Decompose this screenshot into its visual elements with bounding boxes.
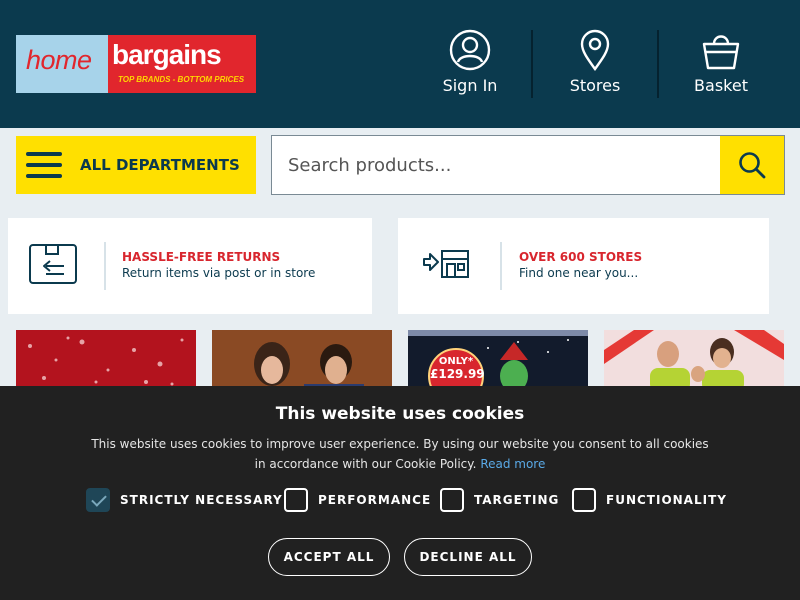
search-button[interactable] xyxy=(720,136,784,194)
header-divider xyxy=(657,30,659,98)
card-divider xyxy=(104,242,106,290)
decline-all-button[interactable]: DECLINE ALL xyxy=(404,538,532,576)
basket-link[interactable]: Basket xyxy=(671,28,771,100)
stores-info-card[interactable]: OVER 600 STORES Find one near you... xyxy=(398,218,769,314)
functionality-checkbox[interactable] xyxy=(572,488,596,512)
strictly-necessary-option[interactable]: STRICTLY NECESSARY xyxy=(86,488,283,512)
returns-subtitle: Return items via post or in store xyxy=(122,266,316,280)
cookie-title: This website uses cookies xyxy=(275,404,525,424)
all-departments-button[interactable]: ALL DEPARTMENTS xyxy=(16,136,256,194)
price-badge-only: ONLY* xyxy=(438,356,474,367)
all-departments-label: ALL DEPARTMENTS xyxy=(80,156,240,174)
search-input[interactable] xyxy=(272,136,720,194)
cookie-text-block: This website uses cookies to improve use… xyxy=(90,434,710,474)
home-bargains-logo[interactable]: home bargains TOP BRANDS - BOTTOM PRICES xyxy=(16,35,256,93)
store-icon xyxy=(423,250,469,278)
search-icon xyxy=(739,152,766,179)
sign-in-link[interactable]: Sign In xyxy=(420,28,520,100)
basket-label: Basket xyxy=(694,76,748,95)
logo-home-text: home xyxy=(26,45,92,75)
returns-box-icon xyxy=(29,244,77,284)
logo-bargains-panel: bargains TOP BRANDS - BOTTOM PRICES xyxy=(108,35,256,93)
logo-tagline: TOP BRANDS - BOTTOM PRICES xyxy=(118,75,245,84)
targeting-label: TARGETING xyxy=(474,493,560,507)
promo-tile-pyjamas[interactable] xyxy=(212,330,392,390)
user-icon xyxy=(449,29,491,71)
performance-option[interactable]: PERFORMANCE xyxy=(284,488,431,512)
hamburger-menu-icon xyxy=(26,152,62,178)
accept-all-button[interactable]: ACCEPT ALL xyxy=(268,538,390,576)
family-tshirts-image xyxy=(604,330,784,390)
sign-in-label: Sign In xyxy=(442,76,498,95)
stores-link[interactable]: Stores xyxy=(545,28,645,100)
performance-checkbox[interactable] xyxy=(284,488,308,512)
stores-label: Stores xyxy=(569,76,621,95)
header-divider xyxy=(531,30,533,98)
map-pin-icon xyxy=(580,29,610,72)
performance-label: PERFORMANCE xyxy=(318,493,432,507)
promo-tile-family-tshirts[interactable] xyxy=(604,330,784,390)
returns-info-card[interactable]: HASSLE-FREE RETURNS Return items via pos… xyxy=(8,218,372,314)
functionality-label: FUNCTIONALITY xyxy=(606,493,727,507)
cookie-consent-banner: This website uses cookies This website u… xyxy=(0,386,800,600)
stores-subtitle: Find one near you... xyxy=(519,266,639,280)
targeting-option[interactable]: TARGETING xyxy=(440,488,559,512)
price-badge-price: £129.99 xyxy=(430,367,485,381)
snowflake-pattern xyxy=(28,336,184,386)
search-bar xyxy=(271,135,785,195)
cookie-description: This website uses cookies to improve use… xyxy=(91,437,709,471)
returns-title: HASSLE-FREE RETURNS xyxy=(122,250,281,264)
strictly-necessary-checkbox[interactable] xyxy=(86,488,110,512)
promo-tile-christmas[interactable] xyxy=(16,330,196,390)
family-photo-image xyxy=(250,342,364,390)
promo-tile-inflatable[interactable]: ONLY* £129.99 xyxy=(408,330,588,390)
stores-title: OVER 600 STORES xyxy=(519,250,643,264)
read-more-link[interactable]: Read more xyxy=(480,457,545,471)
site-header: home bargains TOP BRANDS - BOTTOM PRICES… xyxy=(0,0,800,128)
card-divider xyxy=(500,242,502,290)
targeting-checkbox[interactable] xyxy=(440,488,464,512)
functionality-option[interactable]: FUNCTIONALITY xyxy=(572,488,727,512)
strictly-necessary-label: STRICTLY NECESSARY xyxy=(120,493,283,507)
logo-home-panel: home xyxy=(16,35,108,93)
basket-icon xyxy=(702,35,740,70)
logo-bargains-text: bargains xyxy=(112,39,222,70)
